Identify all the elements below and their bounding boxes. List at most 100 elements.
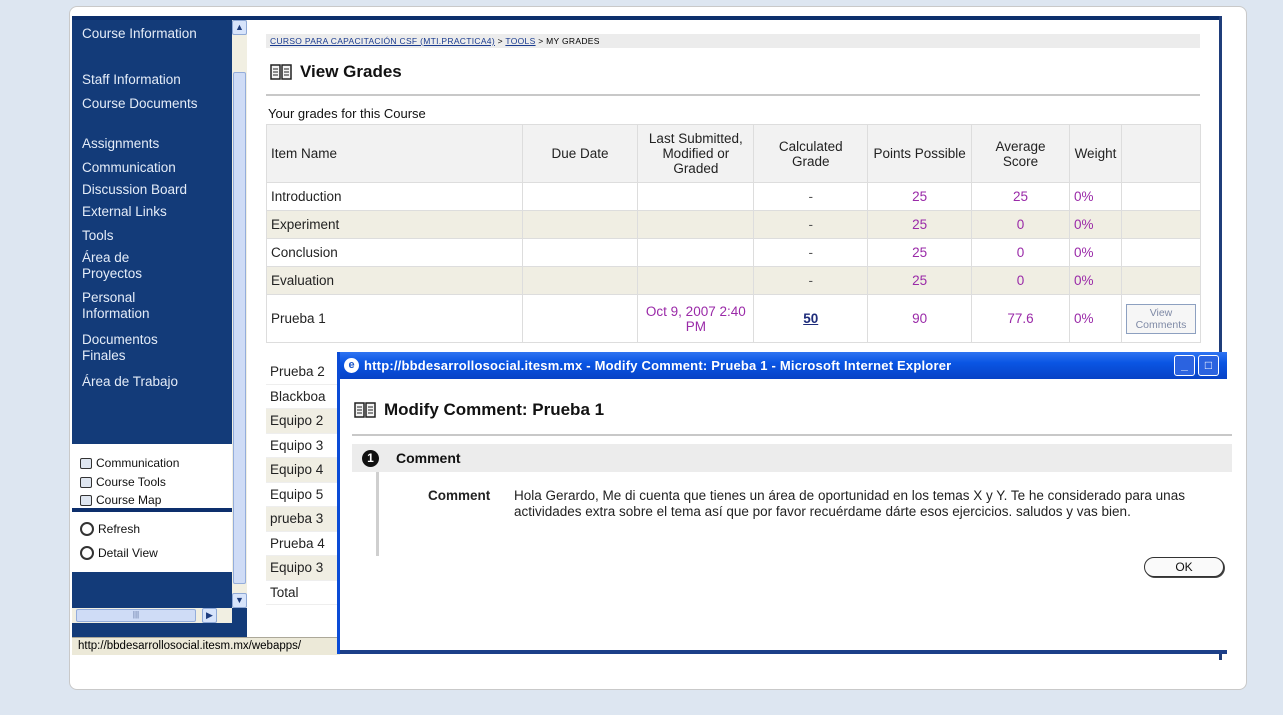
- col-actions: [1120, 124, 1202, 183]
- cell-item: Evaluation: [266, 266, 523, 295]
- cell-weight: 0%: [1068, 238, 1122, 267]
- nav-item-area-de-trabajo[interactable]: Área de Trabajo: [82, 374, 178, 390]
- monitor-icon: [80, 457, 92, 469]
- nav-item-communication[interactable]: Communication: [82, 160, 176, 176]
- nav-item-course-information[interactable]: Course Information: [82, 26, 222, 42]
- comment-text: Hola Gerardo, Me di cuenta que tienes un…: [514, 488, 1185, 519]
- cell-possible: 25: [867, 182, 973, 211]
- scroll-up-arrow-icon[interactable]: ▲: [232, 20, 247, 35]
- nav-item-personal-information[interactable]: Personal Information: [82, 290, 202, 322]
- cell-action: [1120, 182, 1202, 211]
- section-label: Comment: [396, 450, 461, 466]
- grades-caption: Your grades for this Course: [268, 106, 426, 121]
- col-last-submitted[interactable]: Last Submitted, Modified or Graded: [637, 124, 755, 183]
- detail-view-button[interactable]: Detail View: [80, 546, 158, 560]
- section-guide-line: [376, 472, 379, 556]
- cell-item: Conclusion: [266, 238, 523, 267]
- cell-possible: 90: [867, 294, 973, 343]
- tool-communication-label: Communication: [96, 456, 180, 470]
- nav-item-course-documents[interactable]: Course Documents: [82, 96, 202, 112]
- list-item: Total: [266, 581, 338, 605]
- popup-heading: Modify Comment: Prueba 1: [384, 400, 605, 419]
- cell-last: [637, 238, 755, 267]
- cell-weight: 0%: [1068, 182, 1122, 211]
- cell-grade: -: [753, 182, 869, 211]
- ok-button[interactable]: OK: [1144, 557, 1224, 577]
- view-panel: Refresh Detail View: [72, 512, 232, 572]
- title-divider: [266, 94, 1200, 96]
- refresh-label: Refresh: [98, 522, 141, 536]
- hscroll-thumb[interactable]: |||: [76, 609, 196, 622]
- cell-last: Oct 9, 2007 2:40 PM: [637, 294, 755, 343]
- cell-weight: 0%: [1068, 294, 1122, 343]
- nav-item-assignments[interactable]: Assignments: [82, 136, 159, 152]
- col-calculated-grade[interactable]: Calculated Grade: [753, 124, 869, 183]
- cell-possible: 25: [867, 266, 973, 295]
- tool-course-tools[interactable]: Course Tools: [80, 475, 166, 489]
- popup-divider: [352, 434, 1232, 436]
- list-item: Equipo 4: [266, 458, 338, 483]
- breadcrumb-tools-link[interactable]: TOOLS: [505, 36, 535, 46]
- book-icon: [270, 64, 292, 80]
- col-points-possible[interactable]: Points Possible: [867, 124, 973, 183]
- list-item: prueba 3: [266, 507, 338, 532]
- list-item: Prueba 4: [266, 532, 338, 556]
- breadcrumb-course-link[interactable]: CURSO PARA CAPACITACIÓN CSF (MTI.PRACTIC…: [270, 36, 495, 46]
- col-weight[interactable]: Weight: [1068, 124, 1122, 183]
- book-icon: [354, 402, 376, 418]
- col-average-score[interactable]: Average Score: [971, 124, 1070, 183]
- grade-link[interactable]: 50: [803, 311, 818, 326]
- nav-vertical-scrollbar[interactable]: ▲ ▼: [232, 20, 247, 608]
- tool-communication[interactable]: Communication: [80, 456, 179, 470]
- cell-possible: 25: [867, 238, 973, 267]
- scroll-down-arrow-icon[interactable]: ▼: [232, 593, 247, 608]
- page-title: View Grades: [300, 62, 402, 81]
- cell-action: [1120, 266, 1202, 295]
- popup-window-title: http://bbdesarrollosocial.itesm.mx - Mod…: [364, 358, 952, 373]
- maximize-icon[interactable]: □: [1198, 355, 1219, 376]
- tools-icon: [80, 476, 92, 488]
- nav-item-staff-information[interactable]: Staff Information: [82, 72, 181, 88]
- scroll-thumb[interactable]: [233, 72, 246, 584]
- nav-horizontal-scrollbar[interactable]: ||| ▶: [72, 608, 232, 623]
- breadcrumb-separator: >: [494, 36, 506, 46]
- refresh-button[interactable]: Refresh: [80, 522, 140, 536]
- list-item: Blackboa: [266, 385, 338, 409]
- nav-item-tools[interactable]: Tools: [82, 228, 114, 244]
- list-item: Equipo 2: [266, 409, 338, 434]
- col-due-date[interactable]: Due Date: [521, 124, 639, 183]
- nav-item-documentos-finales[interactable]: Documentos Finales: [82, 332, 202, 364]
- scroll-right-arrow-icon[interactable]: ▶: [202, 608, 217, 623]
- popup-titlebar[interactable]: e http://bbdesarrollosocial.itesm.mx - M…: [340, 352, 1227, 379]
- tool-course-tools-label: Course Tools: [96, 475, 166, 489]
- minimize-icon[interactable]: _: [1174, 355, 1195, 376]
- cell-due: [521, 182, 639, 211]
- cell-weight: 0%: [1068, 266, 1122, 295]
- table-header-row: Item Name Due Date Last Submitted, Modif…: [266, 124, 1202, 183]
- internet-explorer-icon: e: [344, 358, 359, 373]
- cell-average: 77.6: [971, 294, 1070, 343]
- cell-average: 0: [971, 210, 1070, 239]
- course-nav: Course Information Staff Information Cou…: [72, 20, 247, 642]
- table-row: Evaluation - 25 0 0%: [266, 266, 1202, 295]
- breadcrumb: CURSO PARA CAPACITACIÓN CSF (MTI.PRACTIC…: [270, 36, 600, 46]
- nav-item-area-de-proyectos[interactable]: Área de Proyectos: [82, 250, 182, 282]
- nav-item-discussion-board[interactable]: Discussion Board: [82, 182, 187, 198]
- breadcrumb-current: > MY GRADES: [535, 36, 600, 46]
- cell-last: [637, 182, 755, 211]
- page-header: View Grades: [270, 62, 402, 82]
- detail-view-icon: [80, 546, 94, 560]
- cell-average: 25: [971, 182, 1070, 211]
- cell-due: [521, 238, 639, 267]
- view-comments-button[interactable]: View Comments: [1125, 303, 1196, 334]
- col-item-name[interactable]: Item Name: [266, 124, 523, 183]
- cell-grade: -: [753, 210, 869, 239]
- table-row: Prueba 1 Oct 9, 2007 2:40 PM 50 90 77.6 …: [266, 294, 1202, 343]
- tool-course-map[interactable]: Course Map: [80, 493, 161, 507]
- cell-last: [637, 266, 755, 295]
- nav-item-external-links[interactable]: External Links: [82, 204, 167, 220]
- cell-item: Introduction: [266, 182, 523, 211]
- cell-action: [1120, 210, 1202, 239]
- cell-due: [521, 266, 639, 295]
- cell-average: 0: [971, 238, 1070, 267]
